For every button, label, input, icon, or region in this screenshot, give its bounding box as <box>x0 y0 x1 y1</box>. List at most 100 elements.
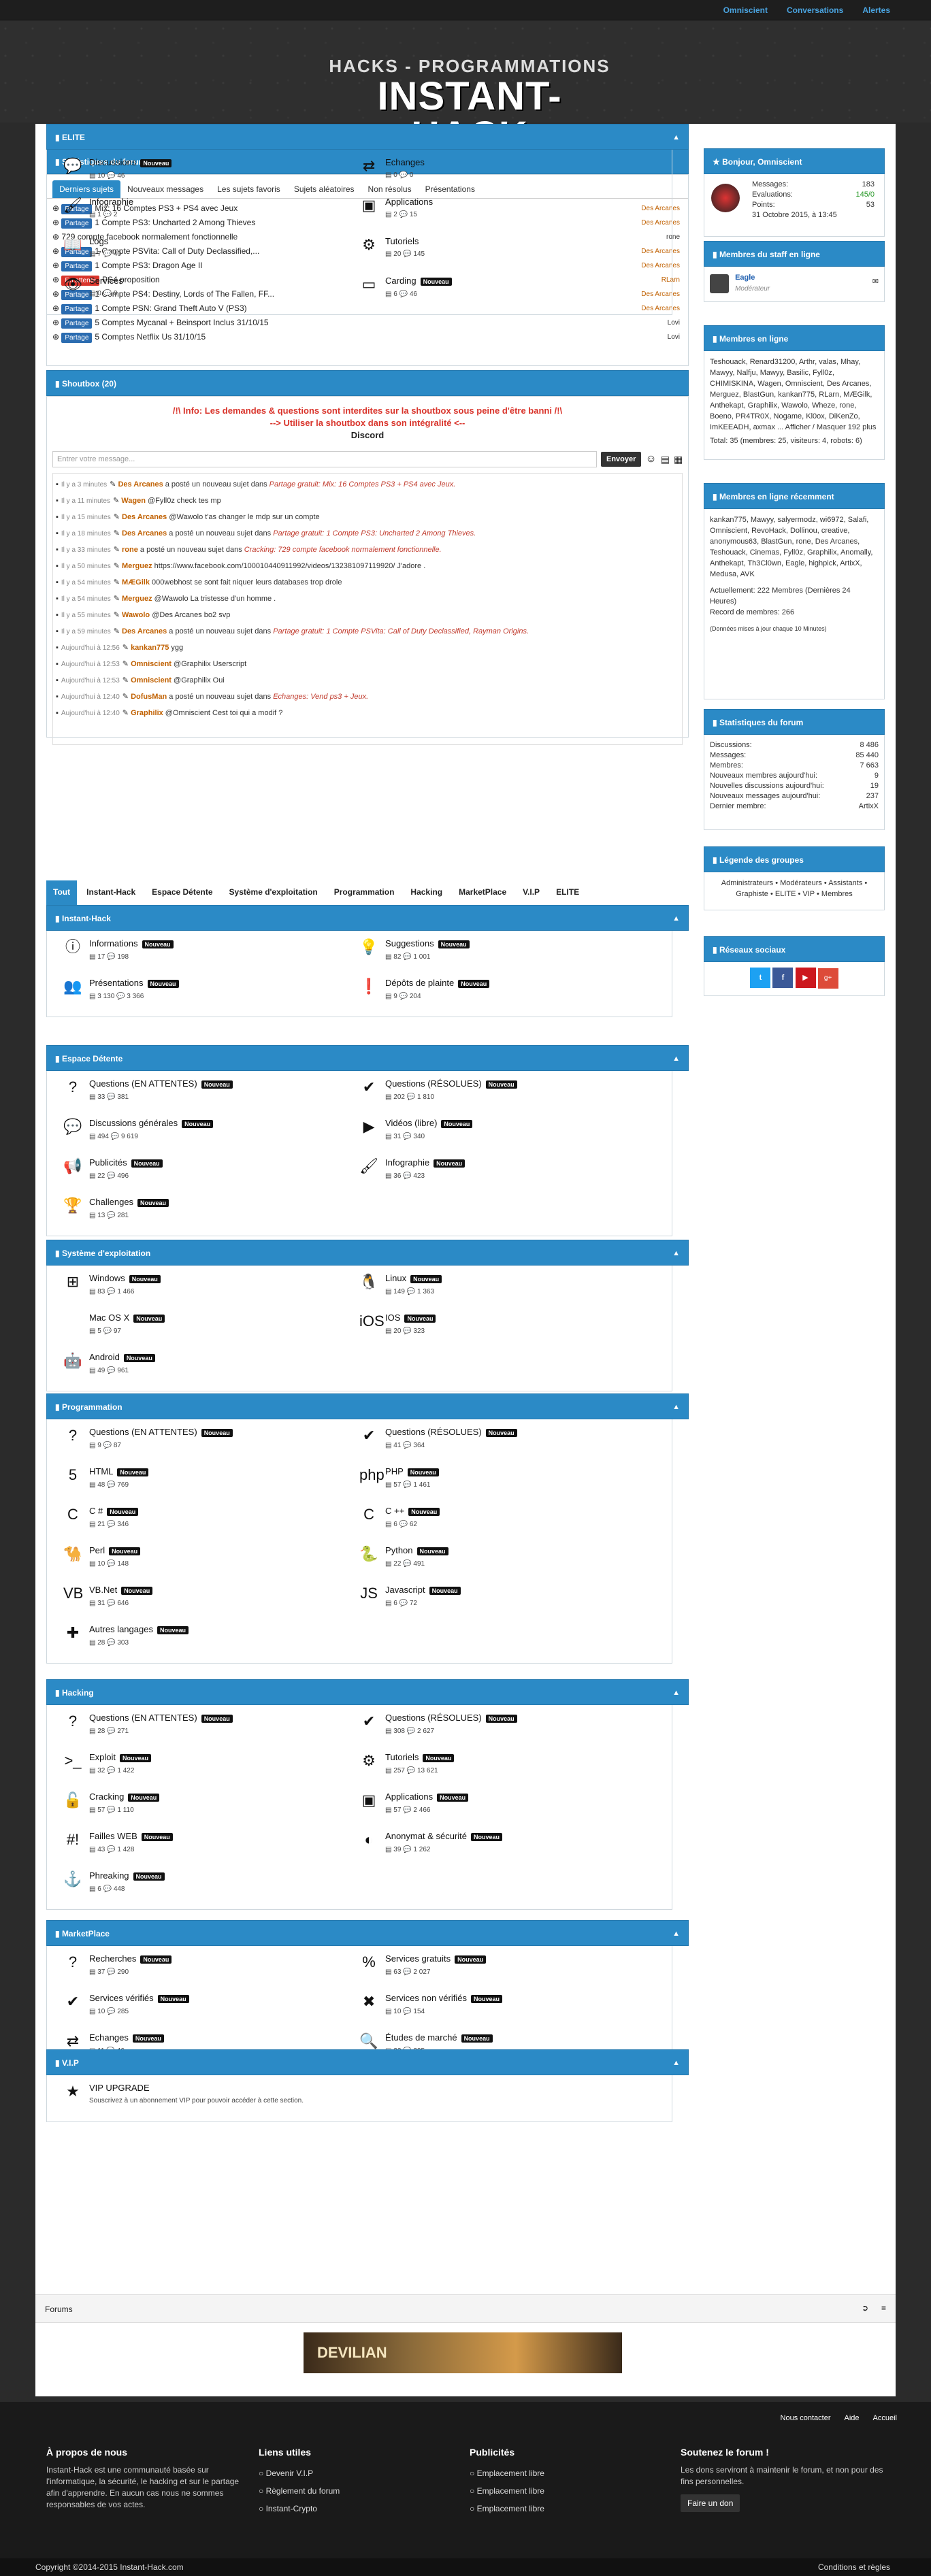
home-link[interactable]: Accueil <box>873 2414 897 2422</box>
forum-name[interactable]: Infographie <box>89 196 133 208</box>
forum-item[interactable]: ◐ Anonymat & sécurité Nouveau ▤ 39 💬 1 262 <box>359 1830 655 1863</box>
forum-tab[interactable]: Instant-Hack <box>80 880 142 905</box>
forum-name[interactable]: Discussions Nouveau <box>89 156 172 169</box>
forum-item[interactable]: 🔓 Cracking Nouveau ▤ 57 💬 1 110 <box>63 1791 359 1823</box>
forum-tab[interactable]: Programmation <box>327 880 402 905</box>
shout-user[interactable]: Des Arcanes <box>122 513 167 521</box>
forum-item[interactable]: ? Recherches Nouveau ▤ 37 💬 290 <box>63 1953 359 1985</box>
forum-title[interactable]: Cracking <box>89 1791 124 1802</box>
topic-author[interactable]: Lovi <box>668 330 680 344</box>
forum-title[interactable]: Publicités <box>89 1157 127 1168</box>
forum-item[interactable]: 💡 Suggestions Nouveau ▤ 82 💬 1 001 <box>359 938 655 970</box>
topic-row[interactable]: ⊕ Partage 5 Comptes Mycanal + Beinsport I… <box>52 316 683 330</box>
shout-actions-icon[interactable]: ✎ <box>114 546 122 554</box>
forum-name[interactable]: Vidéos (libre) Nouveau <box>385 1117 473 1130</box>
category-header[interactable]: ▮ ELITE ▲ <box>46 124 689 150</box>
forum-name[interactable]: Présentations Nouveau <box>89 977 179 990</box>
forum-title[interactable]: Dépôts de plainte <box>385 978 454 988</box>
forum-tab[interactable]: V.I.P <box>516 880 546 905</box>
forum-title[interactable]: Challenges <box>89 1197 133 1207</box>
forum-item[interactable]: 🏆 Challenges Nouveau ▤ 13 💬 281 <box>63 1196 359 1229</box>
footer-link[interactable]: ○ Devenir V.I.P <box>259 2464 463 2482</box>
category-header[interactable]: ▮ MarketPlace ▲ <box>46 1920 689 1946</box>
forum-name[interactable]: Questions (RÉSOLUES) Nouveau <box>385 1078 517 1091</box>
forum-title[interactable]: Questions (EN ATTENTES) <box>89 1427 197 1437</box>
shout-actions-icon[interactable]: ✎ <box>122 709 131 717</box>
forum-title[interactable]: Echanges <box>385 157 425 167</box>
forum-title[interactable]: Autres langages <box>89 1624 153 1634</box>
forum-item[interactable]: ⚓ Phreaking Nouveau ▤ 6 💬 448 <box>63 1870 359 1902</box>
forum-name[interactable]: Questions (EN ATTENTES) Nouveau <box>89 1712 233 1725</box>
shout-actions-icon[interactable]: ✎ <box>114 513 122 521</box>
message-icon[interactable]: ✉ <box>872 276 879 287</box>
forum-item[interactable]: ? Questions (EN ATTENTES) Nouveau ▤ 9 💬 87 <box>63 1426 359 1459</box>
forum-title[interactable]: Linux <box>385 1273 406 1283</box>
forum-name[interactable]: Carding Nouveau <box>385 275 452 288</box>
forum-name[interactable]: IOS Nouveau <box>385 1312 436 1325</box>
forum-title[interactable]: Infographie <box>385 1157 429 1168</box>
shout-actions-icon[interactable]: ✎ <box>122 676 131 684</box>
forum-name[interactable]: Echanges <box>385 156 425 169</box>
terms-link[interactable]: Conditions et règles <box>818 2562 890 2572</box>
forum-name[interactable]: Echanges Nouveau <box>89 2032 164 2045</box>
forum-name[interactable]: Challenges Nouveau <box>89 1196 169 1209</box>
rss-icon[interactable]: ➲ <box>862 2303 868 2313</box>
shout-user[interactable]: Omniscient <box>131 676 172 684</box>
ad-slot-link[interactable]: ○ Emplacement libre <box>470 2482 674 2500</box>
forum-name[interactable]: Services <box>89 275 123 287</box>
user-menu-link[interactable]: Omniscient <box>723 5 768 15</box>
forum-item[interactable]: 👥 Présentations Nouveau ▤ 3 130 💬 3 366 <box>63 977 359 1010</box>
forum-item[interactable]: ▶ Vidéos (libre) Nouveau ▤ 31 💬 340 <box>359 1117 655 1150</box>
category-header[interactable]: ▮ Espace Détente ▲ <box>46 1045 689 1071</box>
forum-title[interactable]: Discussions générales <box>89 1118 178 1128</box>
expand-icon[interactable]: ⊕ <box>52 332 61 342</box>
shout-actions-icon[interactable]: ✎ <box>110 480 118 489</box>
forum-item[interactable]: ❗ Dépôts de plainte Nouveau ▤ 9 💬 204 <box>359 977 655 1010</box>
shout-user[interactable]: MÆGilk <box>122 578 150 587</box>
shoutbox-send-button[interactable]: Envoyer <box>601 452 642 467</box>
forum-title[interactable]: Echanges <box>89 2032 129 2043</box>
forum-title[interactable]: VB.Net <box>89 1585 117 1595</box>
forum-name[interactable]: Linux Nouveau <box>385 1272 442 1285</box>
shout-user[interactable]: Des Arcanes <box>118 480 163 489</box>
shout-user[interactable]: kankan775 <box>131 644 169 652</box>
forum-title[interactable]: Services gratuits <box>385 1953 451 1964</box>
forum-tab[interactable]: MarketPlace <box>452 880 513 905</box>
forum-item[interactable]: 💬 Discussions générales Nouveau ▤ 494 💬 9 6… <box>63 1117 359 1150</box>
forum-item[interactable]: 👁 Services ▤ 0 💬 0 <box>63 275 359 308</box>
forum-name[interactable]: VB.Net Nouveau <box>89 1584 153 1597</box>
forum-name[interactable]: Android Nouveau <box>89 1351 155 1364</box>
forum-item[interactable]: ▭ Carding Nouveau ▤ 6 💬 46 <box>359 275 655 308</box>
shoutbox-discord[interactable]: Discord <box>47 429 688 442</box>
shout-link[interactable]: Echanges: Vend ps3 + Jeux. <box>273 693 368 701</box>
forum-item[interactable]: ⊞ Windows Nouveau ▤ 83 💬 1 466 <box>63 1272 359 1305</box>
forum-item[interactable]: ⇄ Echanges ▤ 0 💬 0 <box>359 156 655 189</box>
category-header[interactable]: ▮ Hacking ▲ <box>46 1679 689 1705</box>
shout-link[interactable]: Partage gratuit: 1 Compte PSVita: Call o… <box>273 627 529 635</box>
collapse-icon[interactable]: ▲ <box>672 125 680 150</box>
donate-button[interactable]: Faire un don <box>681 2494 740 2512</box>
forum-name[interactable]: Logs <box>89 235 121 248</box>
forum-item[interactable]: 📢 Publicités Nouveau ▤ 22 💬 496 <box>63 1157 359 1189</box>
forum-name[interactable]: Services gratuits Nouveau <box>385 1953 487 1966</box>
forum-item[interactable]: 🐪 Perl Nouveau ▤ 10 💬 148 <box>63 1545 359 1577</box>
forum-title[interactable]: Failles WEB <box>89 1831 137 1841</box>
topic-title[interactable]: 5 Comptes Netflix Us 31/10/15 <box>95 332 206 342</box>
shout-user[interactable]: Graphilix <box>131 709 163 717</box>
forum-item[interactable]: ? Questions (EN ATTENTES) Nouveau ▤ 28 💬 27… <box>63 1712 359 1745</box>
forum-item[interactable]: ✔ Questions (RÉSOLUES) Nouveau ▤ 41 💬 364 <box>359 1426 655 1459</box>
forum-title[interactable]: Services <box>89 276 123 286</box>
collapse-icon[interactable]: ▲ <box>672 1240 680 1266</box>
youtube-icon[interactable]: ▶ <box>795 968 816 988</box>
ad-slot-link[interactable]: ○ Emplacement libre <box>470 2464 674 2482</box>
category-header[interactable]: ▮ Système d'exploitation ▲ <box>46 1240 689 1266</box>
forum-item[interactable]: ▣ Applications ▤ 2 💬 15 <box>359 196 655 229</box>
forum-name[interactable]: Windows Nouveau <box>89 1272 161 1285</box>
forum-name[interactable]: Recherches Nouveau <box>89 1953 172 1966</box>
forum-name[interactable]: Questions (RÉSOLUES) Nouveau <box>385 1712 517 1725</box>
forum-item[interactable]: 5 HTML Nouveau ▤ 48 💬 769 <box>63 1466 359 1498</box>
forum-title[interactable]: Tutoriels <box>385 236 419 246</box>
advertisement-banner[interactable]: DEVILIAN <box>304 2332 622 2373</box>
forum-title[interactable]: Logs <box>89 236 108 246</box>
forum-item[interactable]: JS Javascript Nouveau ▤ 6 💬 72 <box>359 1584 655 1617</box>
